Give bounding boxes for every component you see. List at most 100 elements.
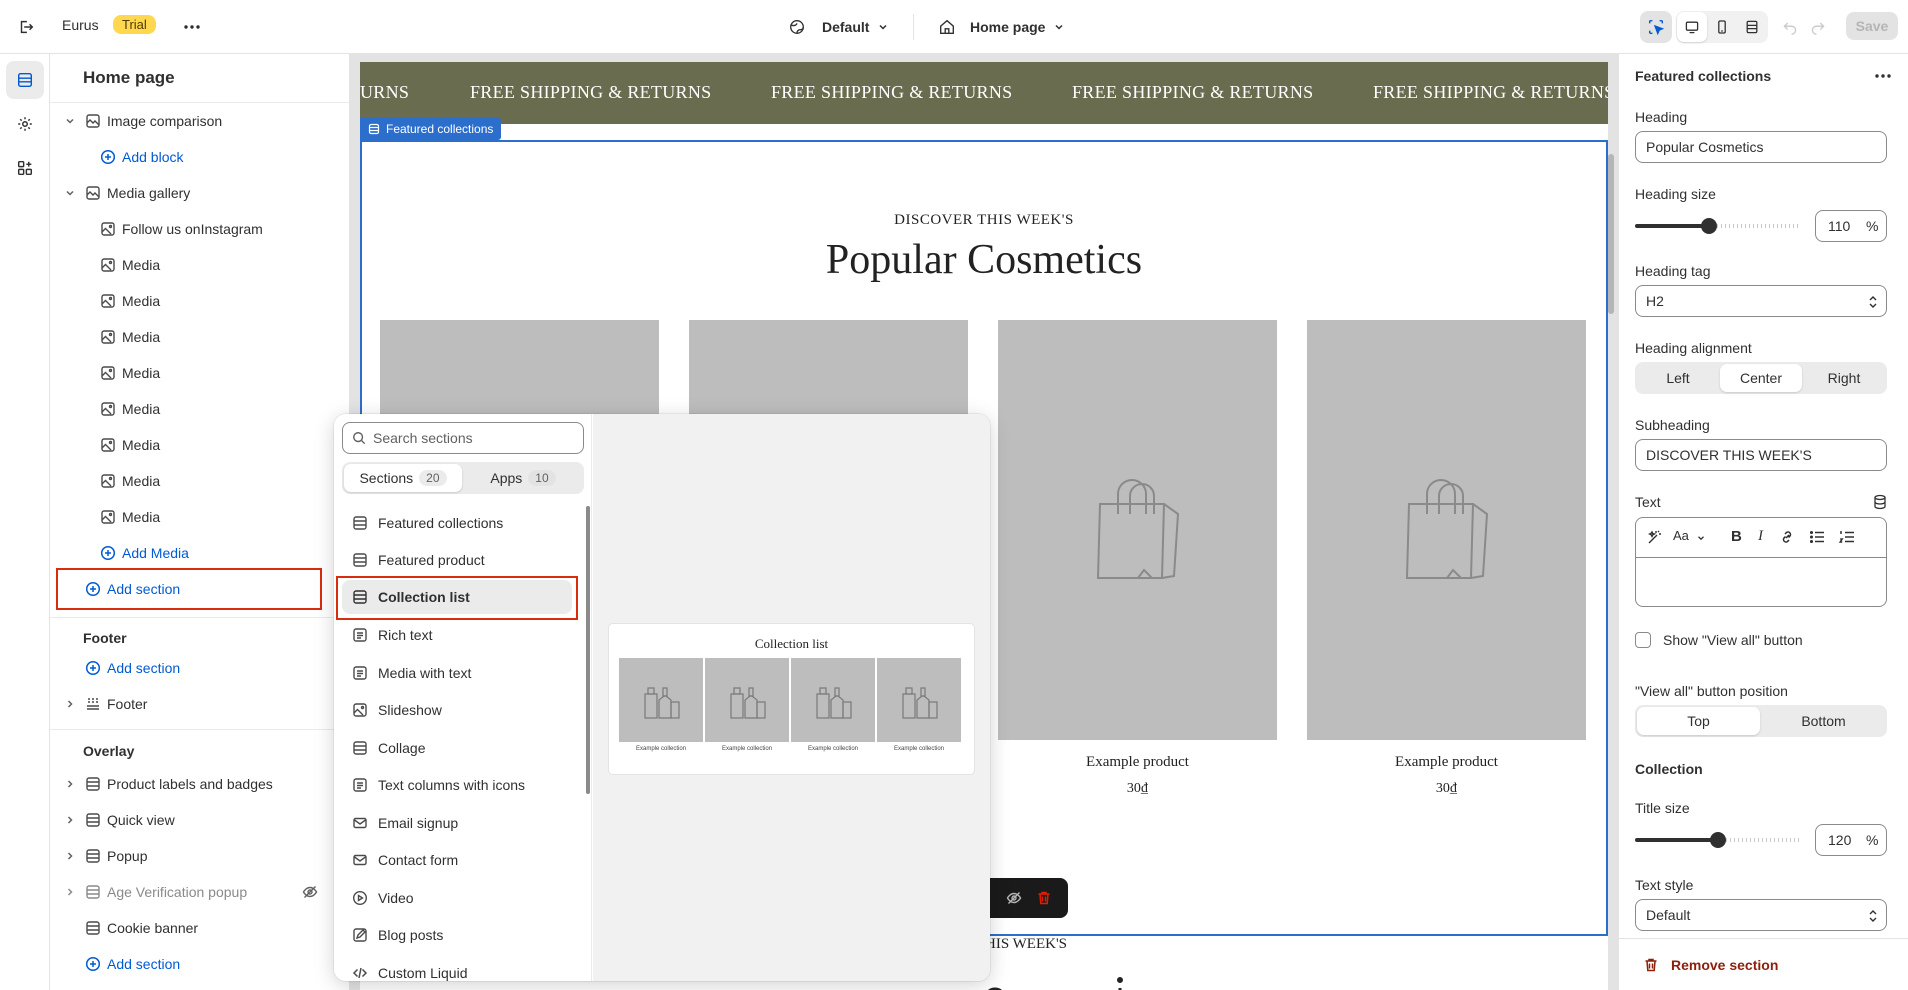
selected-section-badge[interactable]: Featured collections [360,118,502,140]
section-option-video[interactable]: Video [342,881,572,915]
section-option-slideshow[interactable]: Slideshow [342,693,572,727]
link-icon[interactable] [1778,528,1796,546]
search-sections-field[interactable]: Search sections [342,422,584,454]
tree-item-product-labels[interactable]: Product labels and badges [50,766,349,802]
tree-item-popup[interactable]: Popup [50,838,349,874]
tree-item-block[interactable]: Media [50,319,349,355]
chevron-down-icon[interactable] [1696,533,1706,543]
alignment-left[interactable]: Left [1637,364,1719,392]
bullet-list-icon[interactable] [1808,528,1826,546]
chevron-right-icon[interactable] [64,778,76,790]
text-style-select[interactable]: Default [1635,899,1887,931]
magic-icon[interactable] [1646,528,1664,546]
mobile-icon[interactable] [1707,12,1737,42]
heading-size-slider[interactable] [1635,218,1800,234]
apps-icon[interactable] [6,149,44,187]
position-bottom[interactable]: Bottom [1762,707,1885,735]
undo-icon[interactable] [1776,11,1804,43]
tab-sections[interactable]: Sections 20 [344,464,462,492]
database-icon[interactable] [1873,494,1887,510]
exit-icon[interactable] [10,11,42,43]
bold-icon[interactable]: B [1731,528,1742,545]
picker-scrollbar[interactable] [586,506,590,794]
sections-icon[interactable] [6,61,44,99]
section-option-featured-product[interactable]: Featured product [342,543,572,577]
heading-size-field[interactable]: 110 % [1815,210,1887,242]
eye-off-icon[interactable] [1006,890,1022,906]
font-size-icon[interactable]: Aa [1673,528,1689,543]
tree-item-block[interactable]: Media [50,427,349,463]
product-image-placeholder[interactable] [998,320,1277,740]
heading-tag-select[interactable]: H2 [1635,285,1887,317]
tree-item-quick-view[interactable]: Quick view [50,802,349,838]
tree-item-cookie-banner[interactable]: Cookie banner [50,910,349,946]
save-button[interactable]: Save [1846,12,1898,40]
alignment-center[interactable]: Center [1720,364,1802,392]
product-title[interactable]: Example product [998,754,1277,771]
chevron-right-icon[interactable] [64,814,76,826]
page-selector[interactable]: Home page [938,12,1065,42]
product-title[interactable]: Example product [1307,754,1586,771]
footer-add-section-button[interactable]: Add section [50,650,349,686]
top-bar: Eurus Trial Default Home page Save [0,0,1908,54]
title-size-slider[interactable] [1635,832,1800,848]
more-options-icon[interactable] [1875,74,1891,78]
tree-item-block[interactable]: Media [50,463,349,499]
chevron-right-icon[interactable] [64,886,76,898]
heading-input[interactable]: Popular Cosmetics [1635,131,1887,163]
subheading-input[interactable]: DISCOVER THIS WEEK'S [1635,439,1887,471]
add-media-button[interactable]: Add Media [50,535,349,571]
theme-selector[interactable]: Default [788,12,889,42]
text-rich-editor[interactable]: Aa B I [1635,517,1887,607]
redo-icon[interactable] [1804,11,1832,43]
theme-settings-icon[interactable] [6,105,44,143]
numbered-list-icon[interactable] [1838,528,1856,546]
chevron-down-icon[interactable] [64,187,76,199]
slider-thumb[interactable] [1701,218,1717,234]
desktop-icon[interactable] [1677,12,1707,42]
chevron-right-icon[interactable] [64,850,76,862]
section-option-email-signup[interactable]: Email signup [342,806,572,840]
section-option-label: Media with text [378,665,472,681]
chevron-down-icon[interactable] [64,115,76,127]
remove-section-button[interactable]: Remove section [1619,938,1908,990]
tree-item-block[interactable]: Media [50,499,349,535]
tree-item-age-verification[interactable]: Age Verification popup [50,874,349,910]
overlay-add-section-button[interactable]: Add section [50,946,349,982]
italic-icon[interactable]: I [1758,528,1763,545]
text-style-label: Text style [1635,877,1694,893]
tree-item-footer[interactable]: Footer [50,686,349,722]
tab-apps[interactable]: Apps 10 [464,464,582,492]
section-option-custom-liquid[interactable]: Custom Liquid [342,956,572,981]
tree-item-block[interactable]: Media [50,355,349,391]
alignment-right[interactable]: Right [1803,364,1885,392]
section-option-media-with-text[interactable]: Media with text [342,656,572,690]
tree-item-block[interactable]: Media [50,283,349,319]
section-option-text-columns[interactable]: Text columns with icons [342,768,572,802]
tree-item-block[interactable]: Follow us onInstagram [50,211,349,247]
tree-item-block[interactable]: Media [50,391,349,427]
section-option-contact-form[interactable]: Contact form [342,843,572,877]
title-size-field[interactable]: 120 % [1815,824,1887,856]
position-top[interactable]: Top [1637,707,1760,735]
product-image-placeholder[interactable] [1307,320,1586,740]
inspector-toggle-icon[interactable] [1640,11,1672,43]
section-option-rich-text[interactable]: Rich text [342,618,572,652]
tree-item-media-gallery[interactable]: Media gallery [50,175,349,211]
section-option-featured-collections[interactable]: Featured collections [342,506,572,540]
chevron-right-icon[interactable] [64,698,76,710]
announcement-marquee: URNS FREE SHIPPING & RETURNS FREE SHIPPI… [360,62,1608,124]
eye-off-icon[interactable] [302,884,318,900]
more-options-icon[interactable] [176,11,208,43]
fullscreen-icon[interactable] [1737,12,1767,42]
tree-item-block[interactable]: Media [50,247,349,283]
show-view-all-checkbox[interactable] [1635,632,1651,648]
section-option-blog-posts[interactable]: Blog posts [342,918,572,952]
slider-thumb[interactable] [1710,832,1726,848]
preview-scrollbar[interactable] [1608,154,1614,314]
add-block-button[interactable]: Add block [50,139,349,175]
section-option-collage[interactable]: Collage [342,731,572,765]
tree-item-image-comparison[interactable]: Image comparison [50,103,349,139]
trash-icon[interactable] [1036,890,1052,906]
image-icon [101,438,115,452]
